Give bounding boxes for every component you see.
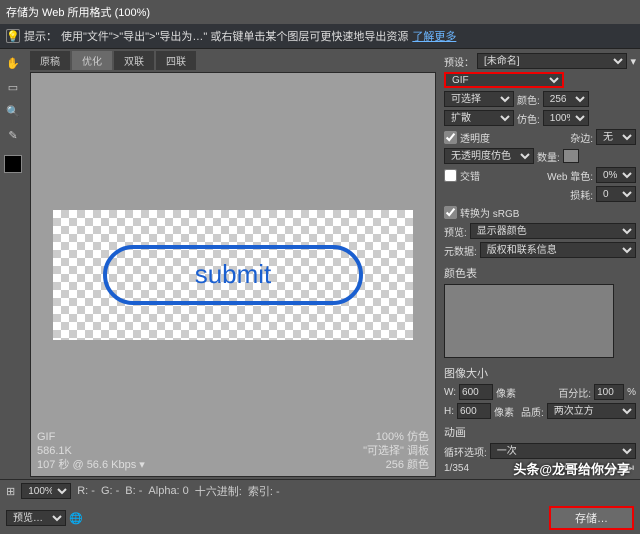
- trans-dither-select[interactable]: 无透明度仿色: [444, 148, 534, 164]
- tab-2up[interactable]: 双联: [114, 51, 154, 70]
- transparency-checkbox[interactable]: [444, 131, 457, 144]
- foreground-swatch[interactable]: [4, 155, 22, 173]
- loop-select[interactable]: 一次: [490, 443, 636, 459]
- dither-value-select[interactable]: 100%: [543, 110, 589, 126]
- browser-icon[interactable]: 🌐: [69, 512, 83, 525]
- quality-select[interactable]: 两次立方: [547, 403, 636, 419]
- eyedropper-tool-icon[interactable]: ✎: [3, 125, 23, 145]
- view-tabs: 原稿 优化 双联 四联: [26, 49, 440, 70]
- hand-tool-icon[interactable]: ✋: [3, 53, 23, 73]
- preset-menu-icon[interactable]: ▾: [630, 55, 636, 68]
- height-input[interactable]: [457, 403, 491, 419]
- hint-bar: 💡 提示： 使用"文件">"导出">"导出为…" 或右键单击某个图层可更快速地导…: [0, 24, 640, 49]
- save-button[interactable]: 存储…: [549, 506, 634, 530]
- bottom-bar: 预览… 🌐 存储…: [0, 502, 640, 534]
- settings-panel: 预设： [未命名] ▾ GIF 可选择 颜色: 256 扩散 仿色: 100% …: [440, 49, 640, 479]
- preset-label: 预设：: [444, 54, 474, 69]
- lossy-select[interactable]: 0: [596, 186, 636, 202]
- submit-button-graphic: submit: [103, 245, 363, 305]
- amount-swatch: [563, 149, 579, 163]
- srgb-checkbox[interactable]: [444, 206, 457, 219]
- meta-select[interactable]: 版权和联系信息: [480, 242, 636, 258]
- websnap-select[interactable]: 0%: [596, 167, 636, 183]
- format-select[interactable]: GIF: [444, 72, 564, 88]
- tool-column: ✋ ▭ 🔍 ✎: [0, 49, 26, 479]
- watermark: 头条@龙哥给你分享: [513, 459, 630, 478]
- width-input[interactable]: [459, 384, 493, 400]
- preset-select[interactable]: [未命名]: [477, 53, 627, 69]
- color-table[interactable]: [444, 284, 614, 358]
- window-title: 存储为 Web 所用格式 (100%): [0, 0, 640, 24]
- frame-counter: 1/354: [444, 463, 469, 474]
- tab-original[interactable]: 原稿: [30, 51, 70, 70]
- percent-input[interactable]: [594, 384, 624, 400]
- zoom-tool-icon[interactable]: 🔍: [3, 101, 23, 121]
- colors-select[interactable]: 256: [543, 91, 589, 107]
- dither-select[interactable]: 扩散: [444, 110, 514, 126]
- zoom-select[interactable]: 100%: [21, 483, 71, 499]
- canvas-info-right: 100% 仿色 "可选择" 调板 256 颜色: [363, 430, 429, 472]
- hint-label: 提示：: [24, 28, 57, 44]
- checker-bg: submit: [53, 210, 413, 340]
- preview-canvas: submit GIF 586.1K 107 秒 @ 56.6 Kbps ▾ 10…: [30, 72, 436, 477]
- grid-icon[interactable]: ⊞: [6, 485, 15, 498]
- reduction-select[interactable]: 可选择: [444, 91, 514, 107]
- matte-select[interactable]: 无: [596, 129, 636, 145]
- image-size-label: 图像大小: [444, 365, 636, 381]
- interlace-checkbox[interactable]: [444, 169, 457, 182]
- tab-optimized[interactable]: 优化: [72, 51, 112, 70]
- status-bar: ⊞ 100% R: - G: - B: - Alpha: 0 十六进制: 索引:…: [0, 479, 640, 502]
- slice-tool-icon[interactable]: ▭: [3, 77, 23, 97]
- learn-more-link[interactable]: 了解更多: [412, 28, 456, 44]
- hint-text: 使用"文件">"导出">"导出为…" 或右键单击某个图层可更快速地导出资源: [61, 28, 408, 44]
- animation-label: 动画: [444, 424, 636, 440]
- tab-4up[interactable]: 四联: [156, 51, 196, 70]
- preview-browser-select[interactable]: 预览…: [6, 510, 66, 526]
- preview-select[interactable]: 显示器颜色: [470, 223, 636, 239]
- color-table-label: 颜色表: [444, 265, 636, 281]
- canvas-info-left: GIF 586.1K 107 秒 @ 56.6 Kbps ▾: [37, 430, 145, 472]
- bulb-icon: 💡: [6, 29, 20, 43]
